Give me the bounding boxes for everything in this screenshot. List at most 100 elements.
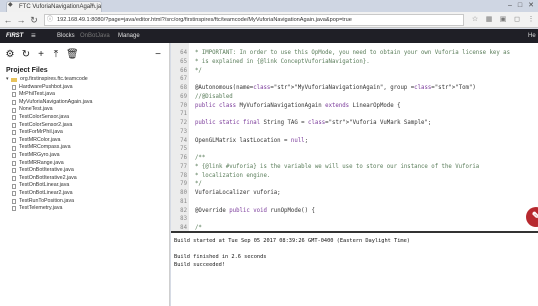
extension-icon[interactable]: ▣ bbox=[498, 12, 508, 28]
extension-icon[interactable]: ◻ bbox=[512, 12, 522, 28]
line-number: 82 bbox=[180, 207, 187, 214]
file-icon bbox=[12, 107, 16, 113]
file-label: TestMRColor.java bbox=[19, 136, 61, 143]
url-input[interactable]: 192.168.49.1:8080/?page=java/editor.html… bbox=[44, 14, 464, 26]
code-line: 64 * IMPORTANT: In order to use this OpM… bbox=[171, 49, 538, 58]
file-item[interactable]: TestMRColor.java bbox=[6, 137, 168, 145]
file-icon bbox=[12, 122, 16, 128]
file-item[interactable]: HardwarePushbot.java bbox=[6, 84, 168, 92]
file-label: TestOnBotIterative2.java bbox=[19, 174, 77, 181]
code-text: /** bbox=[195, 155, 206, 161]
file-label: MrPhilTest.java bbox=[19, 91, 55, 98]
line-number: 78 bbox=[180, 172, 187, 179]
code-text: */ bbox=[195, 67, 202, 74]
code-text: * localization engine. bbox=[195, 172, 271, 179]
file-icon bbox=[12, 130, 16, 136]
file-item[interactable]: NoneTest.java bbox=[6, 106, 168, 114]
file-tree: ▾ org.firstinspires.ftc.teamcode Hardwar… bbox=[6, 76, 168, 213]
reload-icon[interactable]: ↻ bbox=[28, 12, 40, 28]
menu-blocks[interactable]: Blocks bbox=[57, 29, 75, 43]
console-line: Build finished in 2.6 seconds bbox=[174, 254, 267, 260]
code-line: 67 bbox=[171, 75, 538, 84]
code-line: 75 bbox=[171, 145, 538, 154]
menu-onbotjava[interactable]: OnBotJava bbox=[80, 29, 110, 43]
settings-icon[interactable]: ⚙ bbox=[4, 49, 16, 61]
menu-manage[interactable]: Manage bbox=[118, 29, 140, 43]
file-icon bbox=[12, 183, 16, 189]
star-icon[interactable]: ☆ bbox=[470, 12, 480, 28]
tab-close-icon[interactable]: × bbox=[90, 1, 98, 11]
file-label: TestOnBotLinear.java bbox=[19, 182, 70, 189]
file-icon bbox=[12, 138, 16, 144]
file-label: TestColorSensor.java bbox=[19, 113, 70, 120]
code-line: 72 public static final String TAG = clas… bbox=[171, 119, 538, 128]
minimize-button[interactable]: – bbox=[508, 0, 512, 12]
code-text: @Autonomous(name=class="str">"MyVuforiaN… bbox=[195, 85, 476, 91]
undo-icon[interactable]: ↻ bbox=[20, 49, 32, 61]
file-icon bbox=[12, 168, 16, 174]
file-item[interactable]: TestRunToPosition.java bbox=[6, 198, 168, 206]
tab-favicon-icon: ◆ bbox=[8, 2, 13, 8]
code-lines: 64 * IMPORTANT: In order to use this OpM… bbox=[171, 49, 538, 250]
file-label: MyVuforiaNavigationAgain.java bbox=[19, 98, 93, 105]
file-label: TestMRCompass.java bbox=[19, 144, 71, 151]
file-item[interactable]: TestMRCompass.java bbox=[6, 144, 168, 152]
window-controls: – □ ✕ bbox=[508, 0, 534, 12]
back-icon[interactable]: ← bbox=[2, 12, 14, 28]
file-item[interactable]: MrPhilTest.java bbox=[6, 91, 168, 99]
code-text: OpenGLMatrix lastLocation = null; bbox=[195, 137, 309, 144]
file-list: HardwarePushbot.java MrPhilTest.java MyVuf… bbox=[6, 84, 168, 213]
project-files-title: Project Files bbox=[6, 67, 48, 74]
file-icon bbox=[12, 198, 16, 204]
maximize-button[interactable]: □ bbox=[518, 0, 522, 12]
console-line: Build started at Tue Sep 05 2017 08:39:2… bbox=[174, 238, 410, 244]
file-icon bbox=[12, 160, 16, 166]
file-item[interactable]: MyVuforiaNavigationAgain.java bbox=[6, 99, 168, 107]
line-number: 68 bbox=[180, 85, 187, 91]
help-menu[interactable]: He bbox=[528, 29, 538, 43]
file-item[interactable]: TestOnBotIterative2.java bbox=[6, 175, 168, 183]
file-label: TestForMrPhil.java bbox=[19, 129, 63, 136]
line-number: 65 bbox=[180, 58, 187, 65]
file-label: NoneTest.java bbox=[19, 106, 53, 113]
code-line: 66 */ bbox=[171, 67, 538, 76]
file-item[interactable]: TestOnBotIterative.java bbox=[6, 167, 168, 175]
forward-icon[interactable]: → bbox=[15, 12, 27, 28]
file-icon bbox=[12, 92, 16, 98]
collapse-icon[interactable]: − bbox=[152, 49, 164, 61]
code-text: @Override public void runOpMode() { bbox=[195, 207, 315, 214]
delete-icon[interactable]: 🗑 bbox=[66, 49, 79, 61]
file-label: TestTelemetry.java bbox=[19, 205, 63, 212]
browser-tab[interactable]: FTC VuforiaNavigationAgain.java bbox=[6, 1, 102, 12]
file-icon bbox=[12, 115, 16, 121]
file-item[interactable]: TestTelemetry.java bbox=[6, 205, 168, 213]
code-line: 82 @Override public void runOpMode() { bbox=[171, 207, 538, 216]
file-icon bbox=[12, 176, 16, 182]
hamburger-icon[interactable]: ≡ bbox=[31, 32, 39, 40]
file-item[interactable]: TestOnBotLinear.java bbox=[6, 182, 168, 190]
tree-folder[interactable]: ▾ org.firstinspires.ftc.teamcode bbox=[6, 76, 168, 84]
code-text: public class MyVuforiaNavigationAgain ex… bbox=[195, 102, 401, 109]
upload-icon[interactable]: ⤒ bbox=[50, 49, 62, 61]
file-item[interactable]: TestColorSensor.java bbox=[6, 114, 168, 122]
build-console: Build started at Tue Sep 05 2017 08:39:2… bbox=[171, 231, 538, 306]
file-item[interactable]: TestColorSensor2.java bbox=[6, 122, 168, 130]
code-text: * IMPORTANT: In order to use this OpMode… bbox=[195, 50, 511, 56]
file-item[interactable]: TestOnBotLinear2.java bbox=[6, 190, 168, 198]
file-item[interactable]: TestMRGyro.java bbox=[6, 152, 168, 160]
browser-menu-icon[interactable]: ⋮ bbox=[526, 12, 536, 28]
info-icon[interactable]: ⓘ bbox=[47, 16, 55, 24]
code-line: 65 * is explained in {@link ConceptVufor… bbox=[171, 58, 538, 67]
extension-icon[interactable]: ▦ bbox=[484, 12, 494, 28]
file-label: TestMRGyro.java bbox=[19, 151, 60, 158]
file-item[interactable]: TestMRRange.java bbox=[6, 160, 168, 168]
line-number: 79 bbox=[180, 181, 187, 188]
add-file-icon[interactable]: + bbox=[35, 49, 47, 61]
file-label: TestMRRange.java bbox=[19, 159, 64, 166]
file-item[interactable]: TestForMrPhil.java bbox=[6, 129, 168, 137]
first-logo: FIRST bbox=[6, 33, 24, 39]
file-icon bbox=[12, 153, 16, 159]
code-line: 80 VuforiaLocalizer vuforia; bbox=[171, 189, 538, 198]
close-window-button[interactable]: ✕ bbox=[528, 0, 534, 12]
